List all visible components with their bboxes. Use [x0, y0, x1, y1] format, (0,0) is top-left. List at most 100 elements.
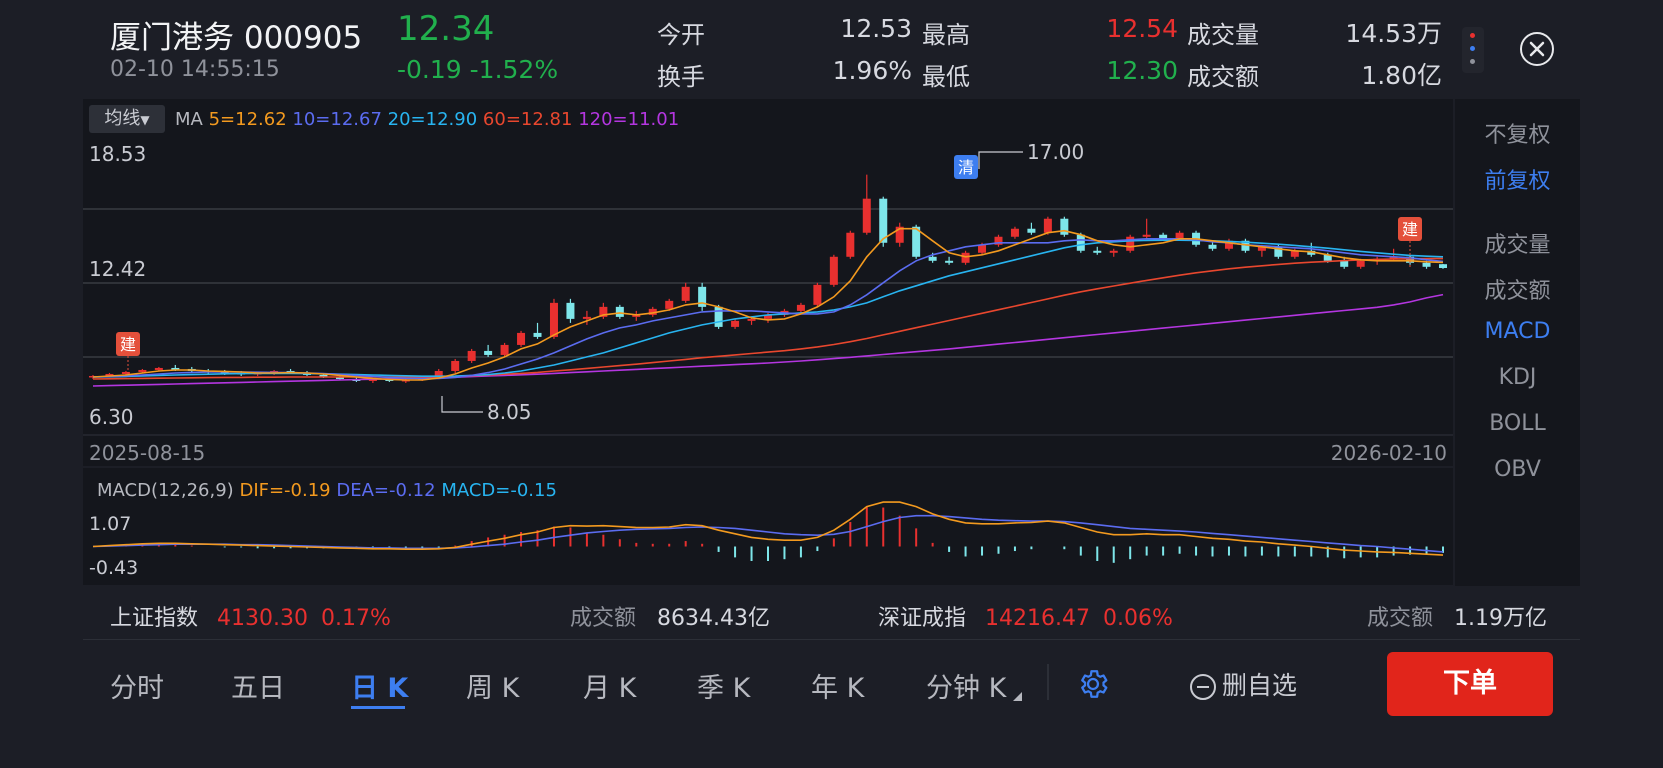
high-label: 最高	[922, 21, 970, 49]
sh-index-label: 上证指数	[110, 606, 199, 631]
tab-five-day[interactable]: 五日	[231, 666, 285, 705]
tab-intraday[interactable]: 分时	[110, 666, 164, 705]
y-label-bottom: 6.30	[89, 405, 134, 429]
date-start: 2025-08-15	[89, 441, 205, 465]
minus-circle-icon	[1190, 674, 1216, 700]
amount-value: 1.80亿	[1361, 61, 1442, 90]
active-tab-underline	[351, 706, 405, 709]
macd-legend: MACD(12,26,9) DIF=-0.19 DEA=-0.12 MACD=-…	[97, 480, 557, 501]
macd-macd: MACD=-0.15	[441, 480, 557, 501]
sidebar-item-volume[interactable]: 成交量	[1455, 227, 1580, 259]
candle-body	[862, 198, 871, 233]
open-label: 今开	[657, 21, 705, 49]
candle-body	[945, 260, 954, 263]
candle-body	[1027, 228, 1036, 233]
candle-body	[1109, 250, 1118, 253]
ma5-value: 5=12.62	[208, 109, 287, 130]
macd-y-bottom: -0.43	[89, 557, 138, 579]
kline-chart[interactable]: 18.53 12.42 6.30 2025-08-15 2026-02-10 1…	[83, 99, 1453, 466]
more-dots-icon[interactable]	[1462, 27, 1484, 73]
candle-body	[1076, 234, 1085, 251]
marker-jian-left[interactable]: 建	[116, 332, 140, 376]
sidebar-item-macd[interactable]: MACD	[1455, 319, 1580, 344]
candle-body	[813, 284, 822, 305]
macd-panel[interactable]: 1.07 -0.43 MACD(12,26,9) DIF=-0.19 DEA=-…	[83, 468, 1453, 585]
ma60-value: 60=12.81	[482, 109, 573, 130]
ma20-value: 20=12.90	[387, 109, 478, 130]
candle-body	[615, 306, 624, 317]
marker-qing[interactable]: 清	[954, 155, 978, 179]
sidebar-item-kdj[interactable]: KDJ	[1455, 365, 1580, 390]
sh-index[interactable]: 上证指数 4130.30 0.17%	[110, 600, 391, 632]
candle-body	[1060, 218, 1069, 235]
sh-amount: 成交额 8634.43亿	[570, 600, 770, 632]
candle-body	[1208, 244, 1217, 249]
candle-body	[1439, 264, 1447, 269]
tab-yearly-k[interactable]: 年 K	[811, 666, 864, 705]
candle-body	[154, 367, 163, 370]
tab-weekly-k[interactable]: 周 K	[466, 666, 519, 705]
close-icon[interactable]	[1520, 32, 1554, 66]
volume-value: 14.53万	[1345, 19, 1442, 48]
sidebar-item-amount[interactable]: 成交额	[1455, 273, 1580, 305]
caret-down-icon: ▼	[140, 113, 150, 127]
candle-body	[1175, 232, 1184, 239]
price-change: -0.19 -1.52%	[397, 55, 558, 84]
macd-dea: DEA=-0.12	[336, 480, 436, 501]
volume-label: 成交量	[1187, 21, 1259, 49]
dropdown-corner-icon	[1013, 692, 1022, 701]
open-value: 12.53	[840, 14, 912, 43]
sh-index-value: 4130.30	[217, 606, 308, 631]
sz-index-pct: 0.06%	[1103, 606, 1173, 631]
date-end: 2026-02-10	[1331, 441, 1447, 465]
candle-body	[1142, 234, 1151, 237]
svg-text:清: 清	[958, 158, 974, 177]
candle-body	[829, 256, 838, 285]
candle-body	[566, 302, 575, 319]
sidebar-item-boll[interactable]: BOLL	[1455, 411, 1580, 436]
stock-name: 厦门港务	[110, 20, 234, 56]
svg-text:建: 建	[1402, 220, 1418, 239]
sh-amount-label: 成交额	[570, 606, 637, 631]
tab-monthly-k[interactable]: 月 K	[583, 666, 636, 705]
candle-body	[796, 304, 805, 311]
y-label-top: 18.53	[89, 142, 146, 166]
y-label-mid: 12.42	[89, 257, 146, 281]
candle-body	[665, 300, 674, 309]
sidebar-item-forward-adjust[interactable]: 前复权	[1455, 163, 1580, 195]
ma20-line	[92, 239, 1444, 378]
indicator-sidebar: 不复权 前复权 成交量 成交额 MACD KDJ BOLL OBV	[1455, 99, 1580, 586]
turnover-label: 换手	[657, 63, 705, 91]
sz-index-label: 深证成指	[878, 606, 967, 631]
tab-minute-k[interactable]: 分钟 K	[926, 666, 1006, 705]
tab-daily-k[interactable]: 日 K	[351, 666, 408, 705]
gear-icon[interactable]	[1076, 667, 1110, 705]
candle-body	[846, 232, 855, 257]
candle-body	[1356, 260, 1365, 267]
amount-label: 成交额	[1187, 63, 1259, 91]
remove-watchlist-button[interactable]: 删自选	[1190, 666, 1297, 702]
sidebar-item-no-adjust[interactable]: 不复权	[1455, 117, 1580, 149]
candle-body	[747, 318, 756, 321]
remove-watchlist-label: 删自选	[1222, 671, 1298, 700]
stock-code: 000905	[243, 20, 363, 56]
tab-quarterly-k[interactable]: 季 K	[697, 666, 750, 705]
candle-body	[961, 252, 970, 263]
svg-text:建: 建	[120, 335, 136, 354]
candle-body	[121, 371, 130, 374]
sidebar-item-obv[interactable]: OBV	[1455, 457, 1580, 482]
high-value: 12.54	[1106, 14, 1178, 43]
candle-body	[500, 344, 509, 355]
kline-panel[interactable]: 18.53 12.42 6.30 2025-08-15 2026-02-10 1…	[83, 99, 1453, 466]
sh-index-pct: 0.17%	[321, 606, 391, 631]
candle-body	[582, 316, 591, 319]
candle-body	[549, 302, 558, 337]
max-annot: 17.00	[1027, 140, 1084, 164]
macd-title: MACD(12,26,9)	[97, 480, 234, 501]
last-price: 12.34	[397, 9, 495, 49]
ma-label: MA	[175, 109, 203, 130]
ma-dropdown[interactable]: 均线▼	[89, 105, 165, 133]
ma-legend: MA 5=12.62 10=12.67 20=12.90 60=12.81 12…	[175, 109, 679, 130]
place-order-button[interactable]: 下单	[1387, 652, 1553, 716]
sz-index[interactable]: 深证成指 14216.47 0.06%	[878, 600, 1173, 632]
